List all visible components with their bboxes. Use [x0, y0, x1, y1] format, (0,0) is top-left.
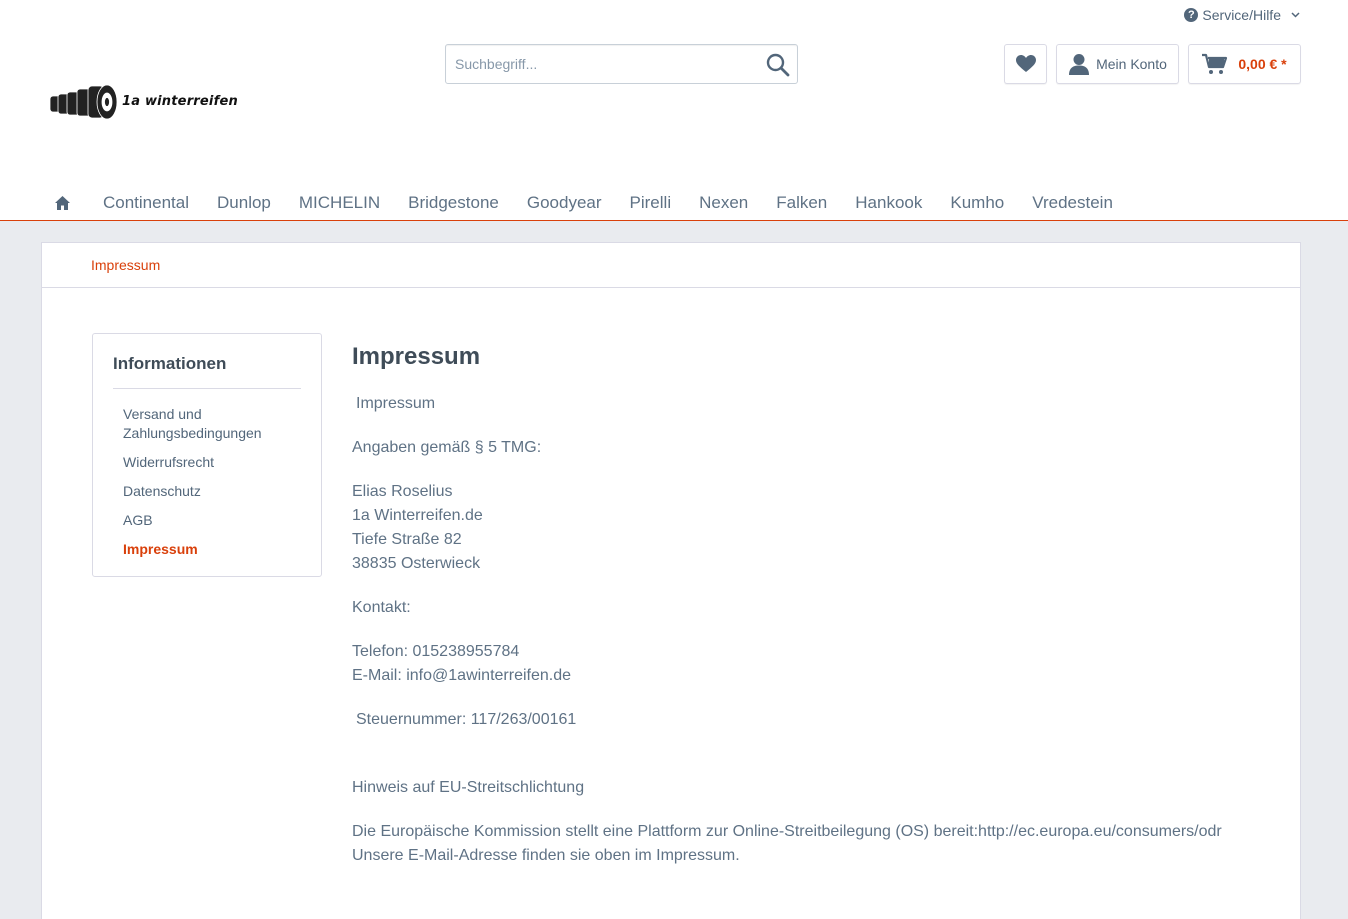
- account-button[interactable]: Mein Konto: [1056, 44, 1179, 84]
- sidebar-item-datenschutz[interactable]: Datenschutz: [123, 482, 283, 501]
- nav-item-bridgestone[interactable]: Bridgestone: [408, 193, 499, 213]
- search-input[interactable]: [446, 45, 746, 83]
- breadcrumb-current[interactable]: Impressum: [91, 257, 160, 273]
- page-title: Impressum: [352, 343, 481, 370]
- tires-logo-icon: [50, 84, 118, 120]
- sidebar-list: Versand und Zahlungsbedingungen Widerruf…: [93, 405, 321, 559]
- nav-item-goodyear[interactable]: Goodyear: [527, 193, 602, 213]
- contact-block: Telefon: 015238955784 E-Mail: info@1awin…: [352, 640, 1252, 688]
- nav-item-vredestein[interactable]: Vredestein: [1032, 193, 1113, 213]
- content-panel: Impressum Informationen Versand und Zahl…: [41, 242, 1301, 919]
- nav-item-michelin[interactable]: MICHELIN: [299, 193, 380, 213]
- nav-item-dunlop[interactable]: Dunlop: [217, 193, 271, 213]
- sidebar-item-agb[interactable]: AGB: [123, 511, 283, 530]
- logo[interactable]: 1a winterreifen: [50, 81, 245, 121]
- breadcrumb: Impressum: [42, 243, 1300, 288]
- tax-number: Steuernummer: 117/263/00161: [356, 711, 577, 728]
- chevron-down-icon: [1291, 10, 1300, 21]
- nav-item-pirelli[interactable]: Pirelli: [630, 193, 672, 213]
- service-menu[interactable]: ? Service/Hilfe: [1184, 7, 1300, 23]
- eu-heading: Hinweis auf EU-Streitschlichtung: [352, 779, 585, 796]
- nav-links: Continental Dunlop MICHELIN Bridgestone Good…: [103, 193, 1141, 213]
- logo-text: 1a winterreifen: [122, 93, 238, 109]
- address-block: Elias Roselius 1a Winterreifen.de Tiefe …: [352, 480, 1252, 576]
- nav-item-kumho[interactable]: Kumho: [950, 193, 1004, 213]
- tmg-heading: Angaben gemäß § 5 TMG:: [352, 439, 542, 456]
- cart-button[interactable]: 0,00 € *: [1188, 44, 1301, 84]
- email-text: E-Mail: info@1awinterreifen.de: [352, 667, 572, 684]
- account-label: Mein Konto: [1096, 56, 1167, 72]
- nav-item-continental[interactable]: Continental: [103, 193, 189, 213]
- subtitle: Impressum: [356, 395, 436, 412]
- address-line: Tiefe Straße 82: [352, 531, 462, 548]
- question-icon: ?: [1184, 8, 1199, 22]
- sidebar-item-versand[interactable]: Versand und Zahlungsbedingungen: [123, 405, 283, 443]
- wishlist-button[interactable]: [1004, 44, 1047, 84]
- address-line: Elias Roselius: [352, 483, 453, 500]
- eu-text: Die Europäische Kommission stellt eine P…: [352, 823, 1222, 840]
- nav-item-falken[interactable]: Falken: [776, 193, 827, 213]
- eu-text: Unsere E-Mail-Adresse finden sie oben im…: [352, 847, 740, 864]
- main-content: Impressum Impressum Angaben gemäß § 5 TM…: [352, 343, 1252, 888]
- heart-icon: [1015, 55, 1036, 72]
- eu-block: Die Europäische Kommission stellt eine P…: [352, 820, 1252, 868]
- header: ? Service/Hilfe 1a winterreifen Suchbegr…: [0, 0, 1348, 221]
- main-navigation: Continental Dunlop MICHELIN Bridgestone Good…: [0, 186, 1348, 220]
- sidebar: Informationen Versand und Zahlungsbeding…: [92, 333, 322, 577]
- sidebar-item-widerrufsrecht[interactable]: Widerrufsrecht: [123, 453, 283, 472]
- cart-amount: 0,00 € *: [1238, 56, 1287, 72]
- user-icon: [1069, 54, 1090, 75]
- search-icon[interactable]: [765, 52, 791, 78]
- cart-icon: [1202, 53, 1228, 74]
- nav-item-hankook[interactable]: Hankook: [855, 193, 922, 213]
- phone-text: Telefon: 015238955784: [352, 643, 520, 660]
- home-icon[interactable]: [55, 195, 71, 211]
- sidebar-title: Informationen: [113, 354, 301, 389]
- service-label: Service/Hilfe: [1202, 7, 1281, 23]
- address-line: 1a Winterreifen.de: [352, 507, 483, 524]
- sidebar-item-impressum[interactable]: Impressum: [123, 540, 283, 559]
- kontakt-label: Kontakt:: [352, 599, 411, 616]
- search-box: [445, 44, 798, 84]
- nav-item-nexen[interactable]: Nexen: [699, 193, 748, 213]
- address-line: 38835 Osterwieck: [352, 555, 481, 572]
